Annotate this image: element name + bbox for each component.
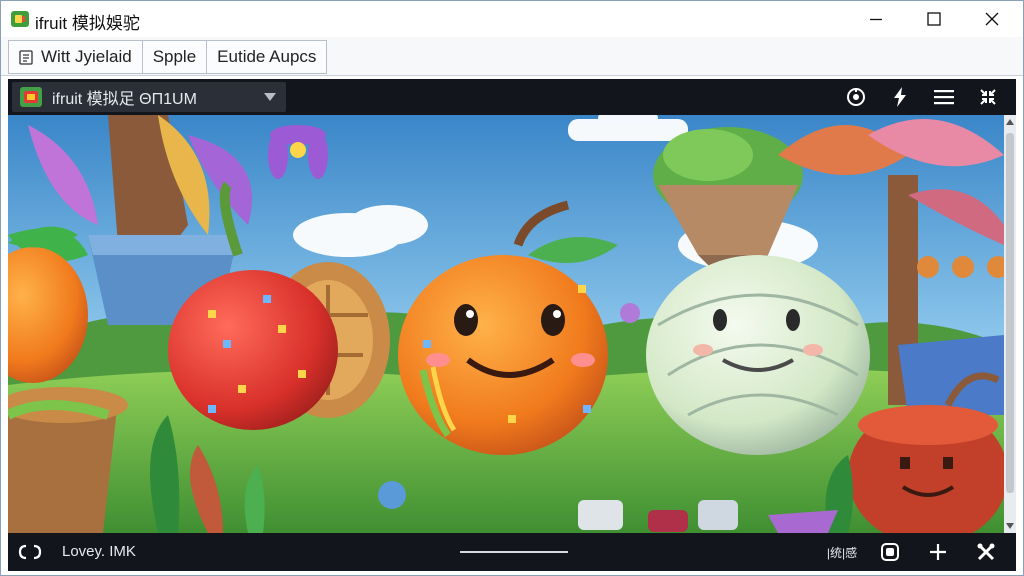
menu-item-apple[interactable]: Spple [143, 41, 208, 73]
screenshot-button[interactable] [866, 533, 914, 571]
chevron-down-icon [264, 93, 276, 101]
turbo-button[interactable] [878, 79, 922, 115]
game-selector-dropdown[interactable]: ifruit 模拟足 ΘΠ1UM [12, 82, 286, 112]
minimize-icon [870, 18, 882, 21]
viewer-bottom-tools: |统|感 [818, 533, 1010, 571]
collapse-button[interactable] [966, 79, 1010, 115]
viewer-top-tools [834, 79, 1010, 115]
close-icon [985, 12, 999, 26]
tools-icon [977, 543, 995, 561]
minimize-button[interactable] [847, 1, 905, 37]
lightning-icon [894, 87, 906, 107]
progress-line [460, 551, 568, 553]
game-logo-icon [20, 87, 42, 107]
vertical-scrollbar[interactable] [1004, 115, 1016, 533]
menu-item-label: Eutide Aupcs [217, 47, 317, 66]
stats-label: |统|感 [826, 545, 858, 560]
viewer-bottom-bar: Lovey. IMK |统|感 [8, 533, 1016, 571]
menu-group: Witt Jyielaid Spple Eutide Aupcs [8, 40, 328, 74]
maximize-button[interactable] [905, 1, 963, 37]
menu-item-file[interactable]: Witt Jyielaid [9, 41, 143, 73]
menu-bar: Witt Jyielaid Spple Eutide Aupcs [1, 37, 1023, 76]
gamepad-icon [847, 88, 865, 106]
tools-button[interactable] [962, 533, 1010, 571]
plus-icon [930, 544, 946, 560]
menu-item-label: Spple [152, 47, 197, 66]
arrow-up-icon [1006, 119, 1014, 125]
menu-button[interactable] [922, 79, 966, 115]
game-screen[interactable] [8, 115, 1004, 533]
stats-button[interactable]: |统|感 [818, 533, 866, 571]
scroll-down-button[interactable] [1004, 519, 1016, 533]
screenshot-icon [881, 543, 899, 561]
menu-item-label: Witt Jyielaid [41, 47, 132, 66]
emulator-viewer: ifruit 模拟足 ΘΠ1UM Lovey. IMK |统|感 [8, 79, 1016, 571]
status-label: Lovey. IMK [62, 543, 136, 560]
scroll-thumb[interactable] [1006, 133, 1014, 493]
fullscreen-icon [18, 544, 42, 560]
add-button[interactable] [914, 533, 962, 571]
app-logo-icon [11, 11, 29, 27]
scroll-up-button[interactable] [1004, 115, 1016, 129]
document-icon [19, 49, 33, 65]
game-selector-label: ifruit 模拟足 ΘΠ1UM [52, 91, 197, 108]
menu-icon [934, 90, 954, 105]
window-title: ifruit 模拟娛驼 [35, 14, 140, 33]
viewer-toolbar: ifruit 模拟足 ΘΠ1UM [8, 79, 1016, 115]
gamepad-button[interactable] [834, 79, 878, 115]
close-button[interactable] [963, 1, 1021, 37]
fullscreen-button[interactable] [16, 539, 44, 565]
menu-item-guide[interactable]: Eutide Aupcs [207, 41, 326, 73]
app-window: ifruit 模拟娛驼 Witt Jyielaid Spple Eutide A… [0, 0, 1024, 576]
arrow-down-icon [1006, 523, 1014, 529]
maximize-icon [927, 12, 941, 26]
collapse-icon [980, 89, 996, 105]
melon-character [646, 255, 870, 455]
title-bar[interactable]: ifruit 模拟娛驼 [1, 1, 1023, 37]
